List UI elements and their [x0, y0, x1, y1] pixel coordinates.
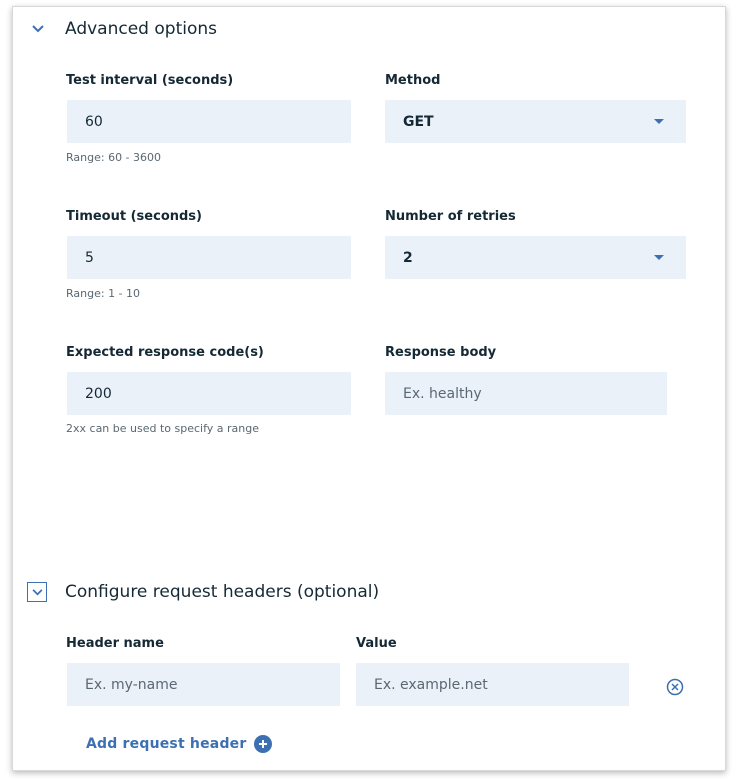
expected-codes-input[interactable]: 200 [67, 372, 351, 415]
response-body-label: Response body [385, 345, 497, 360]
header-value-label: Value [356, 636, 397, 651]
expected-codes-value: 200 [85, 385, 112, 402]
expected-codes-helper: 2xx can be used to specify a range [66, 422, 259, 435]
header-name-input[interactable]: Ex. my-name [67, 663, 340, 706]
test-interval-label: Test interval (seconds) [66, 73, 234, 88]
advanced-options-title: Advanced options [65, 19, 217, 39]
test-interval-value: 60 [85, 113, 103, 130]
header-value-placeholder: Ex. example.net [374, 676, 488, 693]
add-request-header-label: Add request header [86, 736, 247, 752]
timeout-helper: Range: 1 - 10 [66, 287, 141, 300]
response-body-placeholder: Ex. healthy [403, 385, 482, 402]
add-circle-icon [254, 735, 273, 753]
chevron-down-icon [27, 582, 47, 602]
expected-codes-label: Expected response code(s) [66, 345, 264, 360]
test-interval-input[interactable]: 60 [67, 100, 351, 143]
form-panel: Advanced options Test interval (seconds)… [12, 6, 726, 771]
dropdown-caret-icon [654, 119, 664, 124]
header-name-label: Header name [66, 636, 164, 651]
retries-value: 2 [403, 249, 413, 266]
remove-circle-icon[interactable] [666, 678, 684, 696]
timeout-input[interactable]: 5 [67, 236, 351, 279]
request-headers-toggle[interactable]: Configure request headers (optional) [27, 582, 379, 602]
response-body-input[interactable]: Ex. healthy [385, 372, 667, 415]
timeout-value: 5 [85, 249, 94, 266]
chevron-down-icon [29, 20, 47, 38]
method-select[interactable]: GET [385, 100, 686, 143]
retries-label: Number of retries [385, 209, 516, 224]
advanced-options-toggle[interactable]: Advanced options [29, 19, 217, 39]
timeout-label: Timeout (seconds) [66, 209, 202, 224]
add-request-header-button[interactable]: Add request header [86, 735, 273, 753]
request-headers-title: Configure request headers (optional) [65, 582, 380, 602]
test-interval-helper: Range: 60 - 3600 [66, 151, 162, 164]
method-label: Method [385, 73, 441, 88]
header-value-input[interactable]: Ex. example.net [356, 663, 629, 706]
retries-select[interactable]: 2 [385, 236, 686, 279]
dropdown-caret-icon [654, 255, 664, 260]
method-value: GET [403, 113, 434, 130]
header-name-placeholder: Ex. my-name [85, 676, 178, 693]
